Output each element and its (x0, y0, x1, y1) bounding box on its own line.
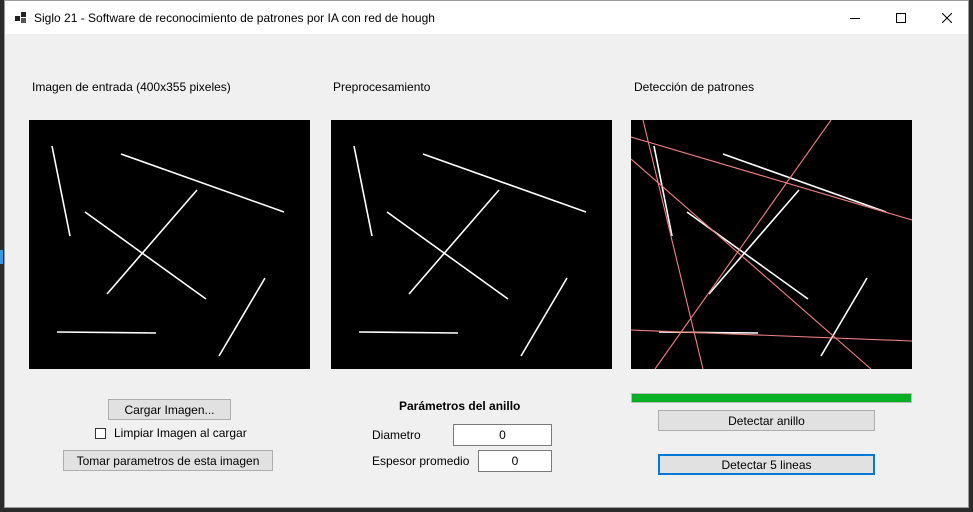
thickness-input[interactable]: 0 (478, 450, 552, 472)
detection-progress-bar (631, 393, 912, 403)
preprocessed-image (331, 120, 612, 369)
minimize-icon (850, 17, 860, 19)
clear-image-checkbox-label[interactable]: Limpiar Imagen al cargar (114, 426, 247, 440)
title-bar[interactable]: Siglo 21 - Software de reconocimiento de… (5, 1, 968, 34)
maximize-button[interactable] (878, 1, 924, 34)
ring-params-heading: Parámetros del anillo (399, 399, 521, 413)
app-icon (15, 12, 27, 24)
background-window-edge (0, 250, 3, 264)
thickness-label: Espesor promedio (372, 454, 470, 468)
main-window: Siglo 21 - Software de reconocimiento de… (4, 0, 969, 508)
maximize-icon (896, 12, 906, 23)
diameter-input[interactable]: 0 (453, 424, 552, 446)
input-image-label: Imagen de entrada (400x355 pixeles) (32, 80, 231, 94)
input-image[interactable] (29, 120, 310, 369)
load-image-button[interactable]: Cargar Imagen... (108, 399, 231, 420)
detect-ring-button[interactable]: Detectar anillo (658, 410, 875, 431)
diameter-label: Diametro (372, 428, 421, 442)
detection-image (631, 120, 912, 369)
detect-lines-button[interactable]: Detectar 5 lineas (658, 454, 875, 475)
minimize-button[interactable] (832, 1, 878, 34)
window-title: Siglo 21 - Software de reconocimiento de… (34, 11, 435, 25)
detection-label: Detección de patrones (634, 80, 755, 94)
progress-fill (632, 394, 911, 402)
clear-image-checkbox[interactable] (95, 428, 106, 439)
take-params-button[interactable]: Tomar parametros de esta imagen (63, 450, 273, 471)
close-button[interactable] (924, 1, 970, 34)
preprocess-label: Preprocesamiento (333, 80, 431, 94)
close-icon (942, 12, 952, 23)
